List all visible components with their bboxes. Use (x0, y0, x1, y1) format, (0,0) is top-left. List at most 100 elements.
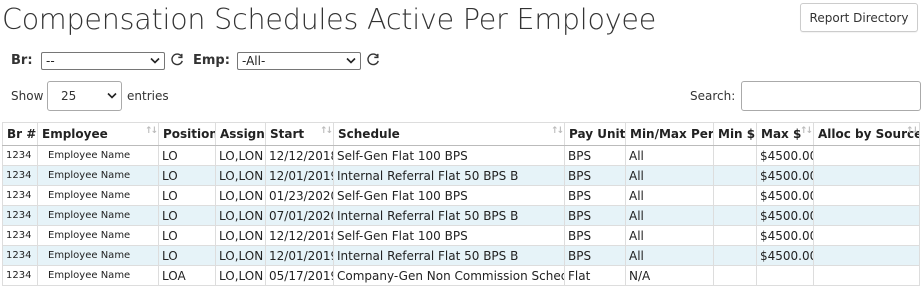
start-cell: 12/12/2018 (265, 145, 334, 166)
start-cell: 05/17/2019 (265, 265, 334, 286)
alloc-by-source-cell (813, 165, 920, 186)
pay-unit-cell: BPS (564, 145, 626, 166)
search-label: Search: (690, 89, 736, 103)
alloc-by-source-cell (813, 145, 920, 166)
column-header-label: Alloc by Source (818, 127, 920, 141)
alloc-by-source-cell (813, 245, 920, 266)
entries-label: entries (127, 89, 169, 103)
column-header-label: Min/Max Per (630, 127, 714, 141)
schedule-cell: Internal Referral Flat 50 BPS B (333, 165, 565, 186)
employee-label: Emp: (193, 53, 230, 68)
column-header-label: Start (270, 127, 305, 141)
assign-cell: LO,LON (215, 185, 266, 206)
position-cell: LO (158, 165, 216, 186)
assign-cell: LO,LON (215, 205, 266, 226)
column-header-position[interactable]: Position (158, 122, 216, 146)
employee-select-value: -All- (242, 54, 266, 68)
sort-icon: ↑↓ (905, 126, 919, 136)
chevron-down-icon (346, 57, 356, 64)
br-cell: 1234 (2, 265, 38, 286)
br-cell: 1234 (2, 185, 38, 206)
pay-unit-cell: Flat (564, 265, 626, 286)
schedule-cell: Internal Referral Flat 50 BPS B (333, 205, 565, 226)
min-max-per-cell: All (625, 185, 714, 206)
min-cell (713, 165, 757, 186)
alloc-by-source-cell (813, 225, 920, 246)
report-directory-button[interactable]: Report Directory (800, 3, 918, 32)
table-row[interactable]: 1234 Employee Name LO LO,LON 12/01/2019 Inter… (2, 165, 920, 186)
br-cell: 1234 (2, 225, 38, 246)
column-header-min-max-per[interactable]: Min/Max Per (625, 122, 714, 146)
branch-refresh-icon[interactable] (170, 53, 184, 67)
column-header-alloc-by-source[interactable]: Alloc by Source ↑↓ (813, 122, 920, 146)
min-max-per-cell: All (625, 245, 714, 266)
schedule-cell: Self-Gen Flat 100 BPS (333, 185, 565, 206)
max-cell: $4500.00 (756, 145, 814, 166)
column-header-schedule[interactable]: Schedule ↑↓ (333, 122, 565, 146)
entries-select-value: 25 (61, 89, 77, 103)
pay-unit-cell: BPS (564, 225, 626, 246)
table-row[interactable]: 1234 Employee Name LO LO,LON 12/01/2019 Inter… (2, 245, 920, 266)
column-header-min[interactable]: Min $ (713, 122, 757, 146)
chevron-down-icon (107, 92, 117, 99)
show-label: Show (11, 89, 44, 103)
position-cell: LO (158, 225, 216, 246)
search-input[interactable] (741, 81, 921, 111)
br-cell: 1234 (2, 165, 38, 186)
column-header-label: Assign (220, 127, 265, 141)
employee-cell: Employee Name (37, 245, 159, 266)
employee-refresh-icon[interactable] (366, 53, 380, 67)
max-cell (756, 265, 814, 286)
column-header-label: Br # (7, 127, 37, 141)
br-cell: 1234 (2, 205, 38, 226)
table-row[interactable]: 1234 Employee Name LO LO,LON 12/12/2018 Self-… (2, 225, 920, 246)
employee-cell: Employee Name (37, 225, 159, 246)
column-header-label: Pay Unit (569, 127, 626, 141)
employee-cell: Employee Name (37, 185, 159, 206)
table-row[interactable]: 1234 Employee Name LO LO,LON 12/12/2018 Self-… (2, 145, 920, 166)
sort-icon: ↑↓ (550, 126, 564, 136)
branch-select[interactable]: -- (41, 52, 165, 70)
column-header-br[interactable]: Br # (2, 122, 38, 146)
column-header-label: Employee (42, 127, 108, 141)
min-max-per-cell: All (625, 225, 714, 246)
entries-select[interactable]: 25 (47, 81, 122, 111)
br-cell: 1234 (2, 245, 38, 266)
chevron-down-icon (150, 57, 160, 64)
column-header-pay-unit[interactable]: Pay Unit (564, 122, 626, 146)
branch-select-value: -- (46, 54, 55, 68)
employee-select[interactable]: -All- (237, 52, 361, 70)
start-cell: 07/01/2020 (265, 205, 334, 226)
table-row[interactable]: 1234 Employee Name LO LO,LON 07/01/2020 Inter… (2, 205, 920, 226)
assign-cell: LO,LON (215, 245, 266, 266)
column-header-label: Max $ (761, 127, 802, 141)
alloc-by-source-cell (813, 205, 920, 226)
table-row[interactable]: 1234 Employee Name LOA LO,LON 05/17/2019 Comp… (2, 265, 920, 286)
employee-cell: Employee Name (37, 145, 159, 166)
column-header-max[interactable]: Max $ ↑↓ (756, 122, 814, 146)
schedule-cell: Self-Gen Flat 100 BPS (333, 225, 565, 246)
min-cell (713, 205, 757, 226)
assign-cell: LO,LON (215, 265, 266, 286)
position-cell: LO (158, 145, 216, 166)
start-cell: 12/12/2018 (265, 225, 334, 246)
alloc-by-source-cell (813, 185, 920, 206)
start-cell: 01/23/2020 (265, 185, 334, 206)
column-header-assign[interactable]: Assign (215, 122, 266, 146)
pay-unit-cell: BPS (564, 185, 626, 206)
column-header-employee[interactable]: Employee ↑↓ (37, 122, 159, 146)
employee-cell: Employee Name (37, 265, 159, 286)
table-header-row: Br # Employee ↑↓ Position Assign Start ↑↓ … (2, 122, 920, 146)
schedule-cell: Self-Gen Flat 100 BPS (333, 145, 565, 166)
min-cell (713, 225, 757, 246)
table-row[interactable]: 1234 Employee Name LO LO,LON 01/23/2020 Self-… (2, 185, 920, 206)
position-cell: LOA (158, 265, 216, 286)
start-cell: 12/01/2019 (265, 165, 334, 186)
branch-label: Br: (11, 53, 33, 68)
max-cell: $4500.00 (756, 185, 814, 206)
column-header-start[interactable]: Start ↑↓ (265, 122, 334, 146)
assign-cell: LO,LON (215, 165, 266, 186)
compensation-table: Br # Employee ↑↓ Position Assign Start ↑↓ … (2, 122, 920, 286)
employee-cell: Employee Name (37, 205, 159, 226)
min-max-per-cell: All (625, 145, 714, 166)
